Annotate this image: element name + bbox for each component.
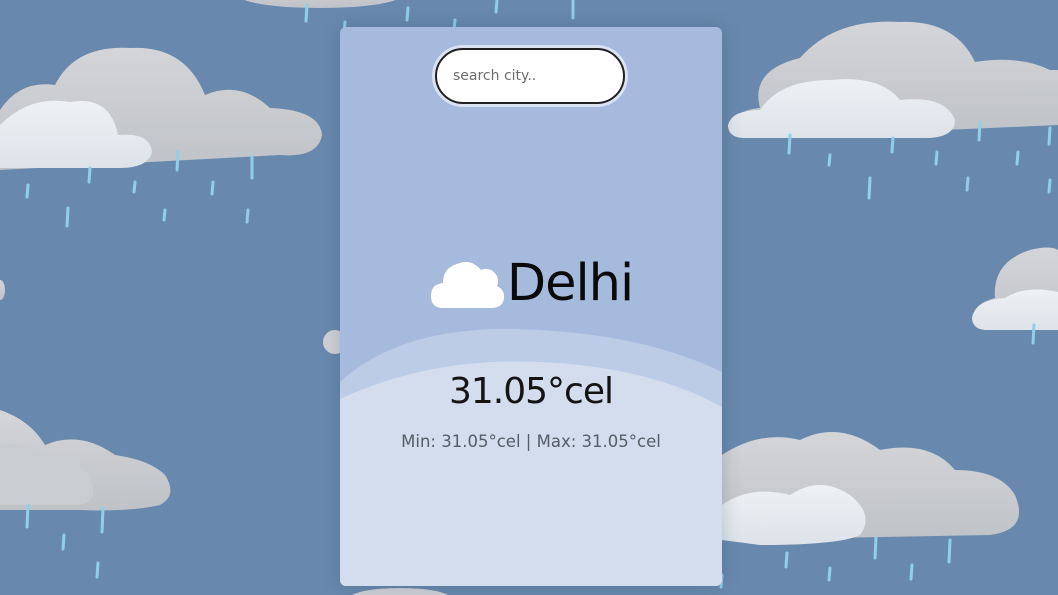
search-input[interactable] [435, 48, 625, 104]
separator: | [525, 432, 532, 451]
cloud [972, 247, 1058, 330]
cloud [722, 432, 1020, 545]
cloud [0, 280, 5, 300]
current-temperature: 31.05°cel [448, 371, 614, 412]
city-name: Delhi [506, 253, 634, 313]
city-heading: Delhi [340, 252, 722, 314]
cloud [244, 0, 396, 8]
min-temperature: Min: 31.05°cel [401, 432, 521, 451]
cloud [0, 47, 322, 170]
cloud [352, 588, 448, 595]
max-temperature: Max: 31.05°cel [536, 432, 661, 451]
cloud-icon [430, 262, 504, 308]
weather-card: Delhi 31.05°cel Min: 31.05°cel | Max: 31… [340, 27, 722, 586]
cloud [0, 410, 171, 511]
min-max-temperature: Min: 31.05°cel | Max: 31.05°cel [340, 432, 722, 451]
cloud [728, 21, 1058, 138]
